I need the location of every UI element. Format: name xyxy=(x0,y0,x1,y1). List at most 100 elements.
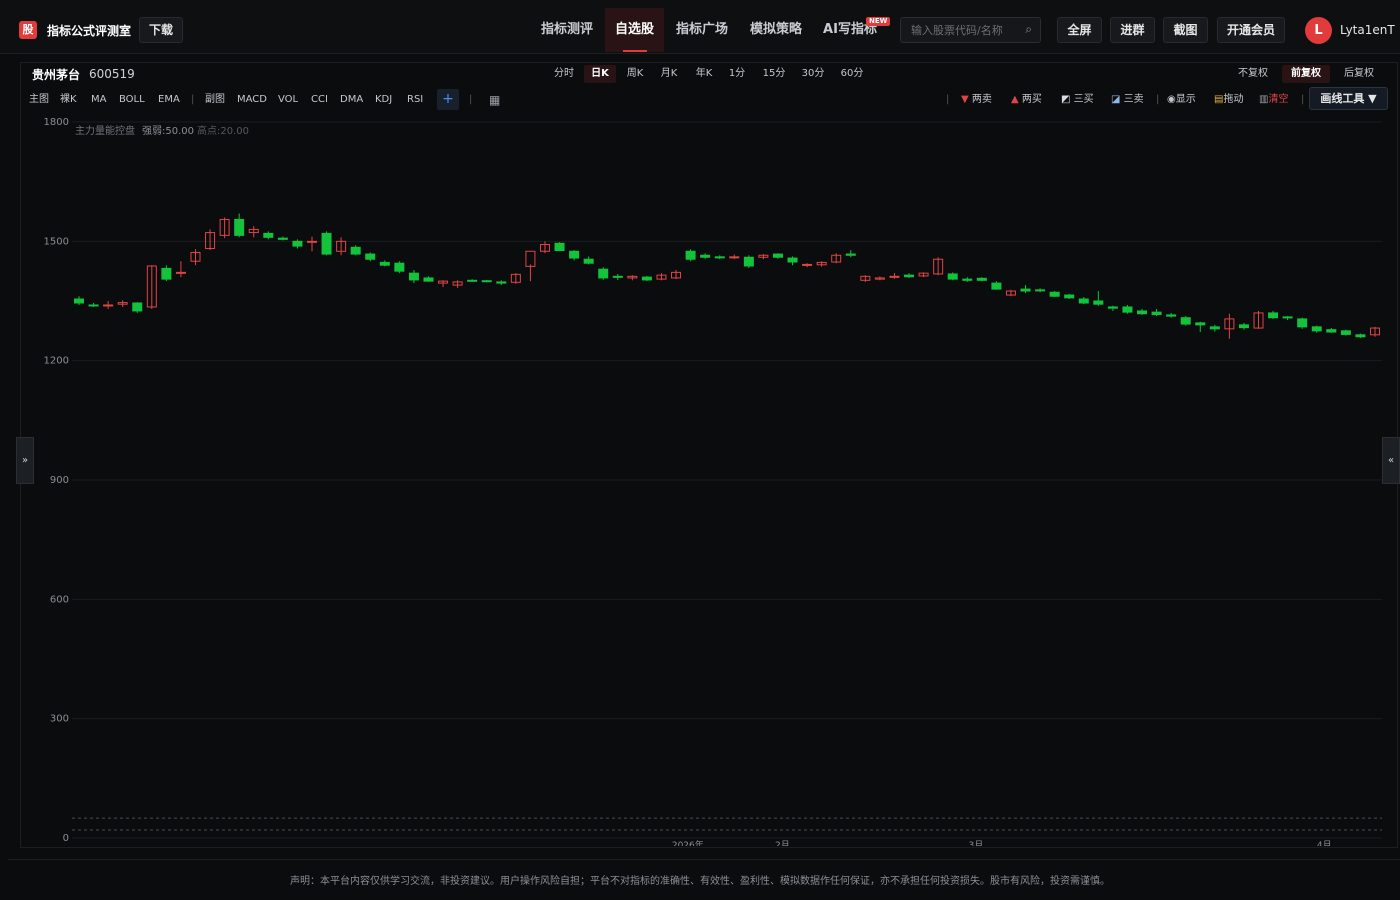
join-group-button[interactable]: 进群 xyxy=(1110,17,1155,43)
clear-button[interactable]: ▥清空 xyxy=(1259,93,1288,107)
indicator-ma[interactable]: MA xyxy=(91,93,106,107)
candles xyxy=(74,213,1380,339)
period-daily[interactable]: 日K xyxy=(584,65,616,83)
candle-body xyxy=(277,237,288,240)
period-1min[interactable]: 1分 xyxy=(724,65,750,83)
indicator-ema[interactable]: EMA xyxy=(158,93,180,107)
disclaimer-text: 声明：本平台内容仅供学习交流，非投资建议。用户操作风险自担；平台不对指标的准确性… xyxy=(290,876,1110,887)
candle-body xyxy=(306,240,317,243)
three-buy-label: 三买 xyxy=(1073,94,1094,105)
indicator-main-chart[interactable]: 主图 xyxy=(29,93,49,107)
candle-body xyxy=(1297,318,1308,328)
search-icon[interactable]: ⌕ xyxy=(1025,22,1032,37)
candle-body xyxy=(1122,306,1133,313)
x-tick-label: 2月 xyxy=(775,840,790,846)
screenshot-button[interactable]: 截图 xyxy=(1163,17,1208,43)
candle-body xyxy=(292,240,303,247)
period-yearly[interactable]: 年K xyxy=(689,65,719,83)
right-expand-handle[interactable]: « xyxy=(1382,437,1400,484)
drag-toggle[interactable]: ▤拖动 xyxy=(1214,93,1243,107)
left-expand-handle[interactable]: » xyxy=(16,437,34,484)
candle-body xyxy=(1180,317,1191,325)
fullscreen-button[interactable]: 全屏 xyxy=(1057,17,1102,43)
candle-body xyxy=(132,302,143,312)
y-tick-label: 900 xyxy=(50,475,69,486)
y-tick-label: 0 xyxy=(63,833,69,844)
open-membership-button[interactable]: 开通会员 xyxy=(1217,17,1285,43)
y-tick-label: 1500 xyxy=(44,236,69,247)
up-triangle-icon: ▲ xyxy=(1011,94,1019,105)
candle-body xyxy=(1151,311,1162,316)
x-tick-label: 2026年 xyxy=(672,839,704,846)
period-intraday[interactable]: 分时 xyxy=(549,65,579,83)
y-tick-label: 300 xyxy=(50,714,69,725)
indicator-macd[interactable]: MACD xyxy=(237,93,267,107)
candle-body xyxy=(1326,329,1337,333)
candle-body xyxy=(1020,288,1031,292)
toolbar-separator: | xyxy=(469,94,473,105)
show-toggle[interactable]: ◉显示 xyxy=(1167,93,1196,107)
nav-tab-sim-strategy[interactable]: 模拟策略 xyxy=(742,8,810,52)
candle-body xyxy=(74,298,84,304)
three-sell-label: 三卖 xyxy=(1123,94,1144,105)
nav-tab-ai-indicator[interactable]: AI写指标 xyxy=(816,8,884,52)
candle-body xyxy=(1238,324,1249,329)
candle-body xyxy=(1035,289,1046,292)
period-15min[interactable]: 15分 xyxy=(758,65,790,83)
avatar[interactable]: L xyxy=(1305,17,1332,44)
candle-body xyxy=(1282,316,1293,319)
two-buy-label: 两买 xyxy=(1021,94,1042,105)
candle-body xyxy=(729,256,740,259)
new-badge: NEW xyxy=(866,17,891,26)
three-buy-tool[interactable]: ◩ 三买 xyxy=(1061,93,1094,107)
nav-tab-indicator-square[interactable]: 指标广场 xyxy=(668,8,736,52)
two-sell-tool[interactable]: ▼ 两卖 xyxy=(961,93,992,107)
two-buy-tool[interactable]: ▲ 两买 xyxy=(1011,93,1042,107)
candle-body xyxy=(423,277,434,282)
username[interactable]: Lyta1enT xyxy=(1340,23,1395,37)
candlestick-chart[interactable]: 0 300 600 900 1200 1500 1800 2026年 2月 3月 4月 主力量能控盘… xyxy=(20,112,1382,846)
indicator-bare-k[interactable]: 裸K xyxy=(60,93,77,107)
candle-body xyxy=(554,242,565,251)
nav-tab-indicator-review[interactable]: 指标测评 xyxy=(533,8,601,52)
candle-body xyxy=(889,275,900,278)
save-icon[interactable]: ▦ xyxy=(489,93,500,107)
indicator-cci[interactable]: CCI xyxy=(311,93,328,107)
nav-tab-watchlist[interactable]: 自选股 xyxy=(605,8,664,52)
period-30min[interactable]: 30分 xyxy=(797,65,829,83)
period-60min[interactable]: 60分 xyxy=(836,65,868,83)
adjust-none[interactable]: 不复权 xyxy=(1232,65,1274,83)
show-label: 显示 xyxy=(1175,94,1196,105)
add-indicator-button[interactable]: + xyxy=(437,89,459,110)
period-weekly[interactable]: 周K xyxy=(620,65,650,83)
toolbar-separator: | xyxy=(1301,94,1305,105)
candle-body xyxy=(962,278,973,281)
candle-body xyxy=(598,268,609,279)
candle-body xyxy=(408,272,419,281)
adjust-forward[interactable]: 前复权 xyxy=(1282,65,1330,83)
indicator-boll[interactable]: BOLL xyxy=(119,93,145,107)
indicator-dma[interactable]: DMA xyxy=(340,93,363,107)
indicator-kdj[interactable]: KDJ xyxy=(375,93,392,107)
adjust-backward[interactable]: 后复权 xyxy=(1337,65,1381,83)
two-sell-label: 两卖 xyxy=(971,94,992,105)
x-tick-label: 4月 xyxy=(1317,840,1332,846)
period-monthly[interactable]: 月K xyxy=(654,65,684,83)
site-title[interactable]: 指标公式评测室 xyxy=(47,22,131,39)
candle-body xyxy=(700,254,711,258)
three-sell-tool[interactable]: ◪ 三卖 xyxy=(1111,93,1144,107)
stock-search-input[interactable] xyxy=(901,18,1019,42)
stock-code: 600519 xyxy=(89,67,135,81)
candle-body xyxy=(365,253,376,260)
trend-down-icon: ◪ xyxy=(1111,94,1121,105)
download-button[interactable]: 下载 xyxy=(139,17,183,43)
stock-search-box[interactable]: ⌕ xyxy=(900,17,1041,43)
indicator-rsi[interactable]: RSI xyxy=(407,93,423,107)
indicator-sub-chart[interactable]: 副图 xyxy=(205,93,225,107)
draw-tools-button[interactable]: 画线工具 ▼ xyxy=(1309,87,1388,110)
candle-body xyxy=(1195,322,1206,326)
site-logo-icon[interactable]: 股 xyxy=(19,21,37,39)
indicator-vol[interactable]: VOL xyxy=(278,93,298,107)
y-tick-label: 600 xyxy=(50,594,69,605)
candle-body xyxy=(1166,314,1177,317)
